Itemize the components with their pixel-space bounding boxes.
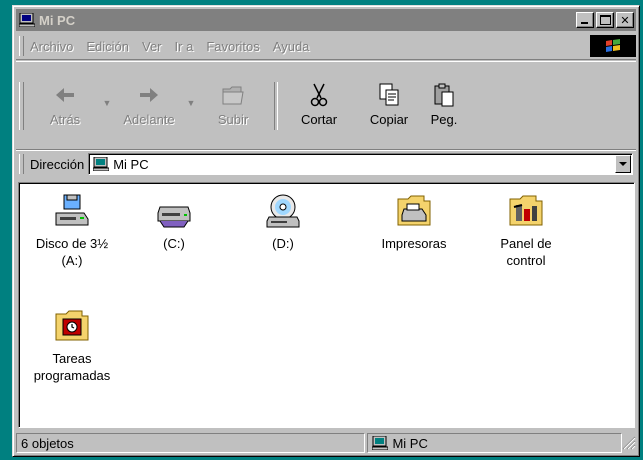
drive-d-label: (D:)	[272, 236, 294, 251]
status-location: Mi PC	[392, 435, 428, 451]
drive-a-item[interactable]: Disco de 3½ (A:)	[27, 193, 117, 269]
toolbar: Atrás ▼ Adelante ▼ Subir Cortar Copiar P…	[16, 61, 636, 148]
scheduled-tasks-icon	[55, 310, 89, 341]
address-value: Mi PC	[113, 156, 149, 172]
title-bar[interactable]: Mi PC ✕	[16, 9, 636, 31]
address-bar: Dirección Mi PC	[16, 149, 636, 178]
cut-label: Cortar	[300, 112, 338, 127]
menu-bar: Archivo Edición Ver Ir a Favoritos Ayuda	[16, 33, 636, 60]
forward-dropdown-arrow[interactable]: ▼	[184, 98, 198, 108]
address-grip[interactable]	[19, 154, 24, 174]
forward-arrow-icon	[140, 88, 158, 102]
window-title: Mi PC	[39, 12, 76, 28]
control-panel-label: Panel de control	[500, 236, 552, 268]
my-computer-icon	[93, 157, 110, 171]
copy-label: Copiar	[369, 112, 409, 127]
menu-ayuda[interactable]: Ayuda	[273, 39, 310, 54]
scheduled-tasks-item[interactable]: Tareas programadas	[27, 308, 117, 384]
status-location-panel: Mi PC	[367, 433, 623, 453]
up-label: Subir	[217, 112, 249, 127]
drive-d-item[interactable]: (D:)	[238, 193, 328, 252]
maximize-button[interactable]	[596, 12, 614, 28]
status-count-panel: 6 objetos	[16, 433, 366, 453]
toolbar-grip[interactable]	[19, 82, 24, 130]
forward-label: Adelante	[123, 112, 175, 127]
printers-label: Impresoras	[381, 236, 447, 251]
status-bar: 6 objetos Mi PC	[16, 432, 636, 454]
scheduled-tasks-label: Tareas programadas	[33, 351, 111, 383]
menu-ir-a[interactable]: Ir a	[175, 39, 194, 54]
control-panel-icon	[509, 195, 543, 226]
file-view[interactable]: Disco de 3½ (A:) (C:) (D:) Impresoras Pa…	[18, 182, 635, 428]
cd-drive-icon	[266, 194, 300, 228]
my-computer-icon	[19, 13, 35, 27]
printers-item[interactable]: Impresoras	[369, 193, 459, 252]
resize-grip-icon[interactable]	[622, 436, 636, 450]
floppy-drive-icon	[55, 194, 89, 226]
menu-ver[interactable]: Ver	[142, 39, 162, 54]
scissors-icon	[310, 83, 328, 107]
address-label: Dirección	[30, 156, 85, 172]
paste-label: Peg.	[430, 112, 458, 127]
drive-a-label: Disco de 3½ (A:)	[35, 236, 109, 268]
windows-logo-icon	[590, 35, 636, 57]
copy-icon	[379, 83, 399, 106]
toolbar-separator	[274, 82, 278, 130]
address-combobox[interactable]: Mi PC	[88, 153, 633, 175]
address-dropdown-button[interactable]	[615, 155, 631, 173]
menu-favoritos[interactable]: Favoritos	[206, 39, 259, 54]
cut-button[interactable]: Cortar	[284, 80, 354, 136]
drive-c-item[interactable]: (C:)	[129, 193, 219, 252]
copy-button[interactable]: Copiar	[354, 80, 424, 136]
paste-icon	[434, 83, 454, 107]
paste-button[interactable]: Peg.	[424, 80, 464, 136]
back-button[interactable]: Atrás	[30, 80, 100, 136]
menu-edicion[interactable]: Edición	[86, 39, 129, 54]
hard-drive-icon	[157, 206, 191, 228]
forward-button[interactable]: Adelante	[114, 80, 184, 136]
up-button[interactable]: Subir	[198, 80, 268, 136]
back-label: Atrás	[49, 112, 81, 127]
control-panel-item[interactable]: Panel de control	[481, 193, 571, 269]
back-arrow-icon	[56, 88, 74, 102]
menu-archivo[interactable]: Archivo	[30, 39, 73, 54]
status-count: 6 objetos	[21, 435, 74, 451]
minimize-button[interactable]	[576, 12, 594, 28]
drive-c-label: (C:)	[163, 236, 185, 251]
my-computer-icon	[372, 436, 389, 450]
menu-grip[interactable]	[19, 36, 24, 56]
printers-folder-icon	[397, 195, 431, 226]
close-button[interactable]: ✕	[616, 12, 634, 28]
back-dropdown-arrow[interactable]: ▼	[100, 98, 114, 108]
up-folder-icon	[222, 86, 244, 105]
my-computer-window: Mi PC ✕ Archivo Edición Ver Ir a Favorit…	[12, 5, 640, 457]
